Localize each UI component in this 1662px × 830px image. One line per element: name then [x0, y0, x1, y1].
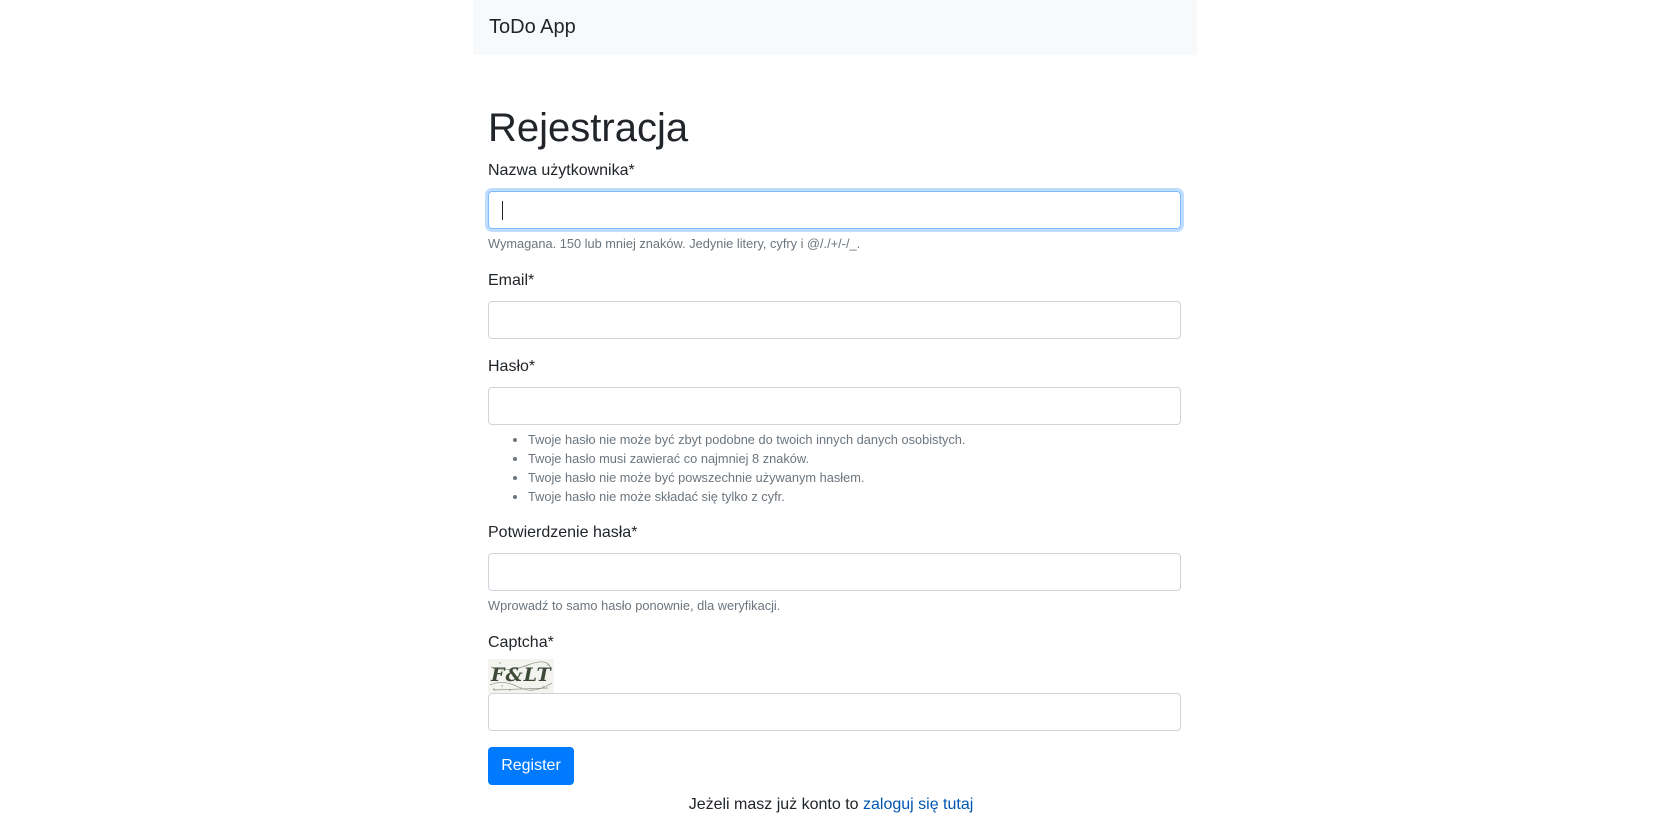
captcha-group: Captcha* F&LT — [488, 631, 1181, 731]
text-caret — [502, 201, 503, 220]
password-input[interactable] — [488, 387, 1181, 425]
password-confirm-label: Potwierdzenie hasła* — [488, 524, 638, 541]
password-confirm-input[interactable] — [488, 553, 1181, 591]
password-label: Hasło* — [488, 358, 536, 375]
captcha-input[interactable] — [488, 693, 1181, 731]
username-input[interactable] — [488, 191, 1181, 229]
navbar: ToDo App — [473, 0, 1197, 55]
password-rule: Twoje hasło nie może składać się tylko z… — [528, 487, 1181, 506]
login-prompt: Jeżeli masz już konto to zaloguj się tut… — [0, 793, 1662, 817]
register-button[interactable]: Register — [488, 747, 574, 785]
password-rule: Twoje hasło nie może być powszechnie uży… — [528, 468, 1181, 487]
registration-form: Rejestracja Nazwa użytkownika* Wymagana.… — [488, 100, 1181, 785]
captcha-text: F&LT — [490, 664, 552, 686]
username-label: Nazwa użytkownika* — [488, 162, 635, 179]
password-rule: Twoje hasło musi zawierać co najmniej 8 … — [528, 449, 1181, 468]
password-group: Hasło* Twoje hasło nie może być zbyt pod… — [488, 355, 1181, 521]
username-group: Nazwa użytkownika* Wymagana. 150 lub mni… — [488, 159, 1181, 269]
email-input[interactable] — [488, 301, 1181, 339]
password-confirm-help: Wprowadź to samo hasło ponownie, dla wer… — [488, 598, 781, 613]
page-title: Rejestracja — [488, 106, 689, 150]
login-prompt-text: Jeżeli masz już konto to — [688, 796, 863, 813]
captcha-image: F&LT — [488, 659, 554, 693]
email-group: Email* — [488, 269, 1181, 355]
navbar-brand[interactable]: ToDo App — [489, 13, 576, 41]
password-rules: Twoje hasło nie może być zbyt podobne do… — [488, 430, 1181, 506]
captcha-label: Captcha* — [488, 634, 554, 651]
password-confirm-group: Potwierdzenie hasła* Wprowadź to samo ha… — [488, 521, 1181, 631]
username-help: Wymagana. 150 lub mniej znaków. Jedynie … — [488, 236, 861, 251]
login-link[interactable]: zaloguj się tutaj — [863, 796, 973, 813]
password-rule: Twoje hasło nie może być zbyt podobne do… — [528, 430, 1181, 449]
email-label: Email* — [488, 272, 535, 289]
